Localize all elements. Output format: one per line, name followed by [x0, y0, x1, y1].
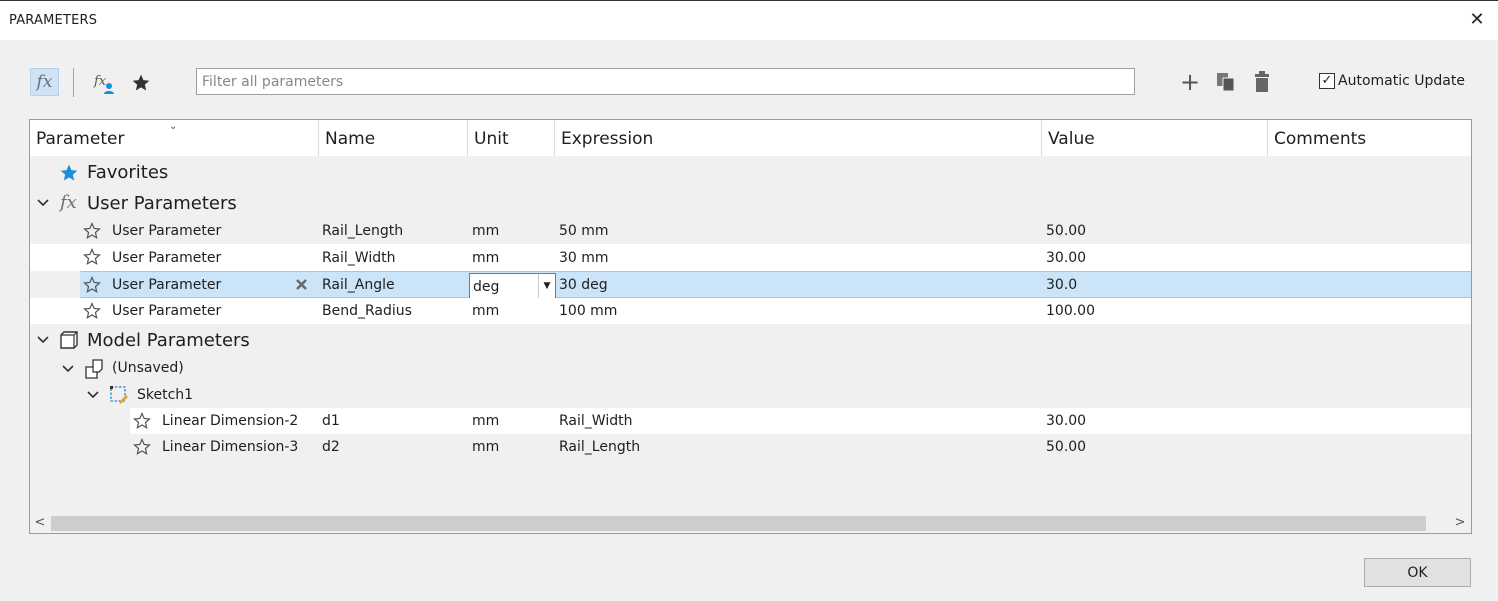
column-header-comments[interactable]: Comments — [1268, 120, 1471, 156]
scroll-left-icon[interactable]: < — [32, 515, 48, 531]
parameter-cell: User Parameter — [112, 223, 222, 239]
column-header-parameter[interactable]: Parameter — [30, 120, 319, 156]
name-cell[interactable]: Bend_Radius — [322, 303, 412, 319]
close-icon[interactable]: ✕ — [1468, 10, 1486, 30]
star-outline-icon[interactable] — [83, 248, 101, 266]
component-label: (Unsaved) — [112, 360, 184, 376]
unit-cell[interactable]: mm — [472, 439, 499, 455]
automatic-update-label: Automatic Update — [1338, 73, 1465, 89]
value-cell: 30.0 — [1046, 277, 1078, 293]
unit-cell[interactable]: mm — [472, 223, 499, 239]
star-outline-icon[interactable] — [133, 438, 151, 456]
name-cell[interactable]: Rail_Angle — [322, 277, 395, 293]
sketch-label: Sketch1 — [137, 387, 194, 403]
parameter-cell: User Parameter — [112, 277, 222, 293]
table-row[interactable]: User Parameter Rail_Width mm 30 mm 30.00 — [30, 244, 1471, 271]
name-cell[interactable]: d1 — [322, 413, 340, 429]
component-icon — [85, 359, 103, 379]
table-row[interactable]: User Parameter Rail_Length mm 50 mm 50.0… — [30, 218, 1471, 244]
column-header-value[interactable]: Value — [1042, 120, 1268, 156]
value-cell: 30.00 — [1046, 413, 1087, 429]
star-icon — [60, 164, 78, 181]
user-parameters-label: User Parameters — [87, 193, 237, 214]
column-header-expression[interactable]: Expression — [555, 120, 1042, 156]
component-group-row[interactable]: (Unsaved) — [30, 356, 1471, 382]
star-outline-icon[interactable] — [83, 276, 101, 294]
name-cell[interactable]: Rail_Width — [322, 250, 395, 266]
parameter-cell: Linear Dimension-2 — [162, 413, 299, 429]
parameter-cell: User Parameter — [112, 303, 222, 319]
expression-cell[interactable]: 30 mm — [559, 250, 609, 266]
user-parameters-group-row[interactable]: fx User Parameters — [30, 188, 1471, 218]
chevron-down-icon[interactable] — [36, 333, 50, 347]
star-outline-icon[interactable] — [133, 412, 151, 430]
table-header: ⌄ Parameter Name Unit Expression Value C… — [30, 120, 1471, 156]
filter-parameters-input[interactable] — [196, 68, 1135, 95]
user-parameters-filter-button[interactable]: fx — [30, 68, 59, 96]
function-icon: fx — [60, 192, 77, 213]
sketch-icon — [110, 386, 128, 404]
table-row-selected[interactable]: User Parameter Rail_Angle deg ▼ 30 deg 3… — [80, 271, 1471, 299]
column-header-name[interactable]: Name — [319, 120, 468, 156]
unit-cell[interactable]: mm — [472, 413, 499, 429]
automatic-update-checkbox[interactable]: ✓ — [1319, 73, 1335, 89]
window-title: PARAMETERS — [9, 13, 98, 28]
expression-cell[interactable]: Rail_Length — [559, 439, 640, 455]
value-cell: 50.00 — [1046, 439, 1087, 455]
favorites-group-row[interactable]: Favorites — [30, 156, 1471, 188]
user-function-icon: fx — [93, 74, 114, 94]
chevron-down-icon[interactable] — [86, 388, 100, 402]
parameter-cell: User Parameter — [112, 250, 222, 266]
add-parameter-button[interactable]: + — [1179, 70, 1201, 94]
table-row[interactable]: Linear Dimension-3 d2 mm Rail_Length 50.… — [130, 434, 1471, 460]
delete-parameter-button[interactable] — [1251, 70, 1273, 94]
expression-cell[interactable]: 30 deg — [559, 277, 608, 293]
favorites-filter-button[interactable] — [128, 70, 154, 96]
name-cell[interactable]: Rail_Length — [322, 223, 403, 239]
model-parameters-label: Model Parameters — [87, 330, 250, 351]
chevron-down-icon[interactable] — [36, 196, 50, 210]
scrollbar-thumb[interactable] — [51, 516, 1426, 531]
expression-cell[interactable]: 50 mm — [559, 223, 609, 239]
favorites-label: Favorites — [87, 162, 169, 183]
model-parameters-group-row[interactable]: Model Parameters — [30, 324, 1471, 356]
checkmark-icon: ✓ — [1321, 73, 1333, 88]
unit-dropdown[interactable]: deg ▼ — [469, 273, 556, 299]
star-outline-icon[interactable] — [83, 222, 101, 240]
parameters-table: ⌄ Parameter Name Unit Expression Value C… — [29, 119, 1472, 534]
column-header-unit[interactable]: Unit — [468, 120, 555, 156]
name-cell[interactable]: d2 — [322, 439, 340, 455]
unit-cell[interactable]: mm — [472, 250, 499, 266]
table-row[interactable]: User Parameter Bend_Radius mm 100 mm 100… — [30, 298, 1471, 324]
automatic-update-toggle[interactable]: ✓ Automatic Update — [1319, 73, 1465, 89]
chevron-down-icon[interactable] — [61, 362, 75, 376]
horizontal-scrollbar[interactable]: < > — [30, 513, 1471, 533]
toolbar-divider — [73, 68, 74, 97]
copy-parameter-button[interactable] — [1214, 70, 1238, 94]
table-row[interactable]: Linear Dimension-2 d1 mm Rail_Width 30.0… — [130, 408, 1471, 434]
trash-icon — [1255, 71, 1269, 92]
star-outline-icon[interactable] — [83, 302, 101, 320]
unit-cell[interactable]: mm — [472, 303, 499, 319]
ok-button[interactable]: OK — [1364, 558, 1471, 587]
sketch-group-row[interactable]: Sketch1 — [30, 382, 1471, 408]
expression-cell[interactable]: Rail_Width — [559, 413, 632, 429]
value-cell: 30.00 — [1046, 250, 1087, 266]
delete-row-icon[interactable] — [296, 279, 307, 290]
value-cell: 100.00 — [1046, 303, 1095, 319]
user-function-filter-button[interactable]: fx — [90, 70, 118, 96]
svg-text:fx: fx — [93, 74, 107, 89]
scroll-right-icon[interactable]: > — [1452, 515, 1468, 531]
title-bar: PARAMETERS ✕ — [0, 0, 1498, 40]
value-cell: 50.00 — [1046, 223, 1087, 239]
unit-dropdown-value: deg — [473, 279, 500, 295]
body-cube-icon — [60, 331, 78, 349]
plus-icon: + — [1179, 68, 1201, 96]
dropdown-arrow-icon[interactable]: ▼ — [538, 274, 555, 298]
star-icon — [132, 74, 150, 91]
expression-cell[interactable]: 100 mm — [559, 303, 617, 319]
function-icon: fx — [36, 72, 53, 92]
copy-icon — [1217, 73, 1235, 92]
parameter-cell: Linear Dimension-3 — [162, 439, 299, 455]
